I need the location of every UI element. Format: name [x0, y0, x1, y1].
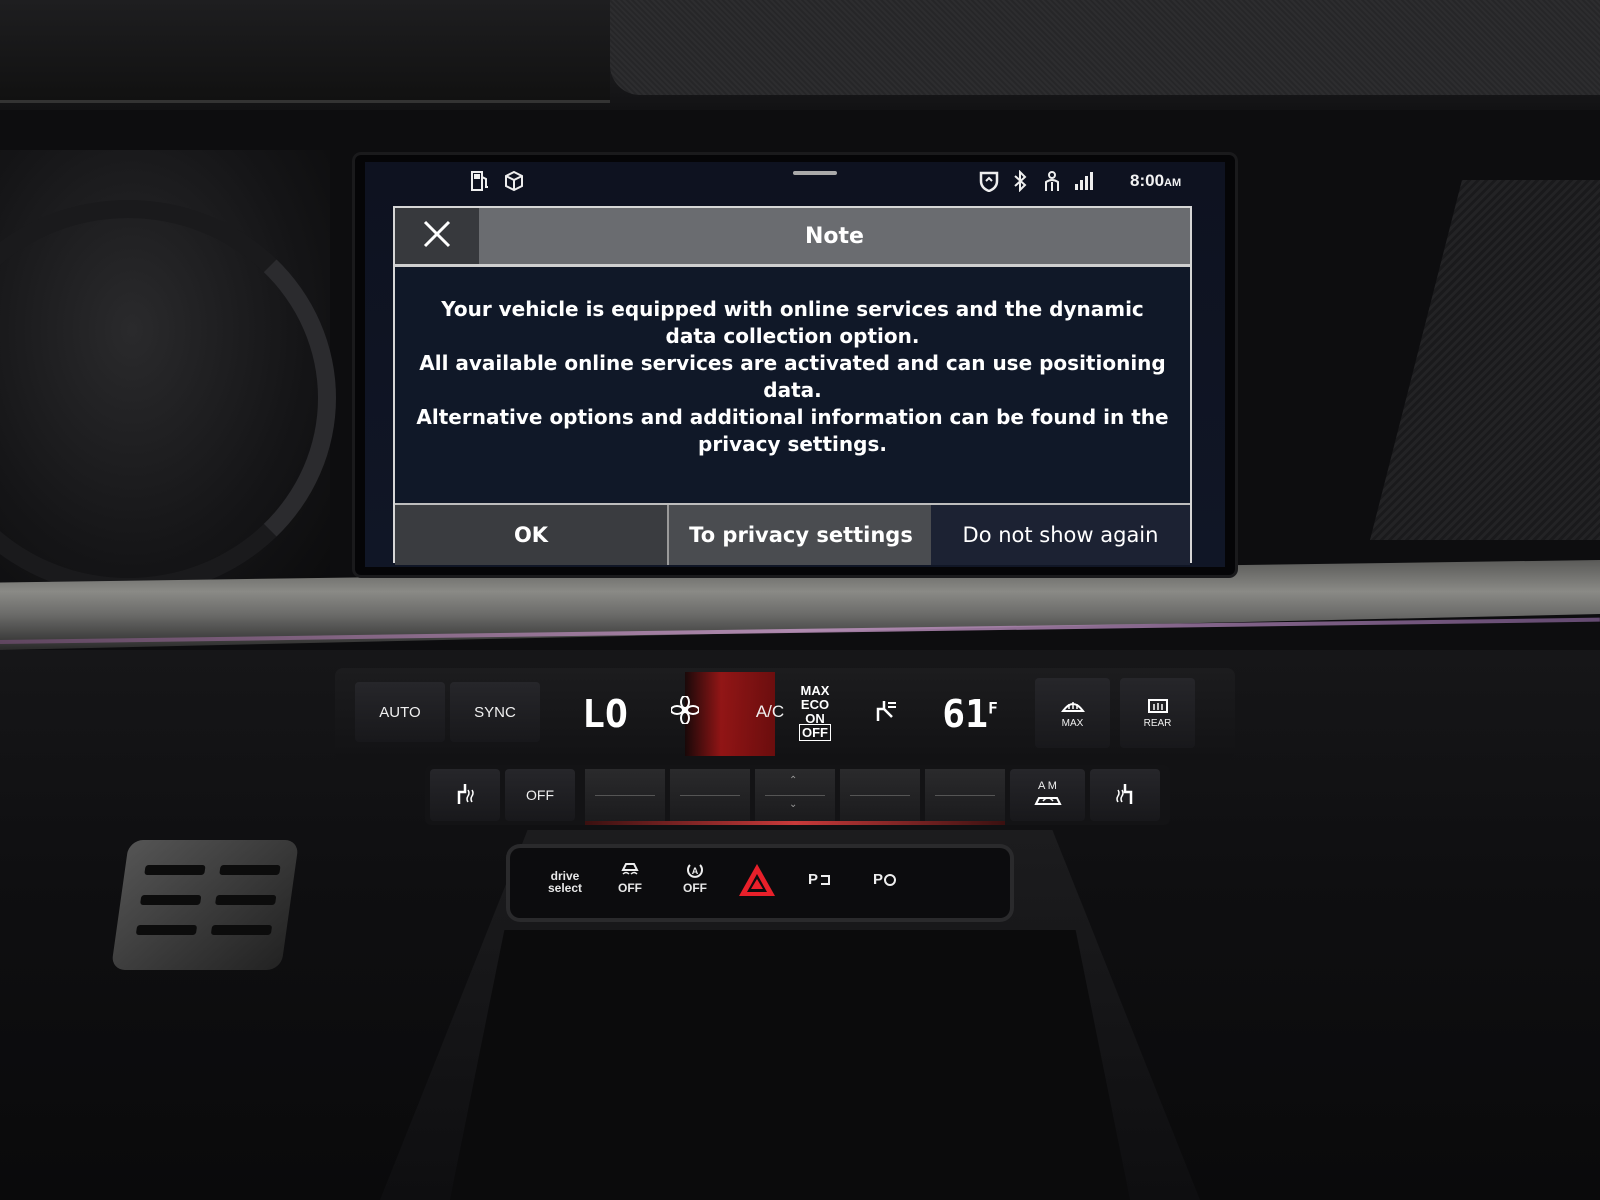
right-air-vent: [1370, 180, 1600, 540]
drive-select-button[interactable]: drive select: [540, 870, 590, 894]
note-dialog: Note Your vehicle is equipped with onlin…: [393, 206, 1192, 565]
windshield-defrost-icon: [1060, 697, 1085, 718]
seat-heat-icon: [453, 780, 477, 811]
air-distribution-button[interactable]: [855, 682, 915, 742]
fan-button[interactable]: [655, 682, 715, 742]
person-icon: [1041, 170, 1063, 195]
fan-slider-center[interactable]: ⌃ ⌄: [755, 769, 835, 821]
temp-right-number: 61: [942, 692, 989, 736]
eco-button[interactable]: MAX ECO ON OFF: [790, 672, 840, 752]
dialog-message: Your vehicle is equipped with online ser…: [415, 296, 1170, 458]
temp-left-display[interactable]: LO: [560, 674, 650, 754]
start-stop-off-label: OFF: [683, 881, 707, 895]
fan-icon: [670, 694, 700, 729]
parking-sensor-button[interactable]: P: [865, 868, 905, 890]
message-line: Alternative options and additional infor…: [416, 405, 1169, 456]
fan-slider-segment[interactable]: [670, 769, 750, 821]
ok-button[interactable]: OK: [395, 505, 667, 565]
auto-button[interactable]: AUTO: [355, 682, 445, 742]
clock: 8:00AM: [1130, 171, 1181, 191]
seat-heat-right-button[interactable]: [1090, 769, 1160, 821]
footrest-pedal: [110, 840, 300, 970]
temp-right-value: 61F: [942, 692, 997, 736]
dialog-actions: OK To privacy settings Do not show again: [395, 503, 1190, 565]
status-bar-handle[interactable]: [793, 171, 837, 175]
rear-defrost-button[interactable]: REAR: [1120, 678, 1195, 748]
park-assist-icon: P: [807, 871, 833, 891]
drive-controls-strip: drive select OFF A OFF P P: [510, 848, 1010, 918]
temp-unit: F: [988, 698, 998, 718]
recirculation-button[interactable]: A M: [1010, 769, 1085, 821]
parking-sensor-icon: P: [872, 871, 898, 891]
cube-icon: [503, 170, 525, 195]
fan-slider-segment[interactable]: [585, 769, 665, 821]
rear-label: REAR: [1143, 718, 1172, 729]
climate-panel: AUTO SYNC LO A/C MAX ECO ON OFF 61F MAX: [335, 668, 1235, 760]
sync-button[interactable]: SYNC: [450, 682, 540, 742]
eco-off-label: OFF: [799, 724, 831, 741]
fuel-pump-icon: [470, 170, 490, 195]
slider-glow: [585, 821, 1005, 825]
climate-lower-row: OFF ⌃ ⌄ A M: [425, 765, 1170, 825]
esc-off-label: OFF: [618, 881, 642, 895]
park-assist-button[interactable]: P: [800, 868, 840, 890]
storage-tray: [450, 930, 1130, 1200]
do-not-show-again-button[interactable]: Do not show again: [931, 505, 1190, 565]
upper-air-vent: [0, 0, 610, 103]
svg-text:A: A: [692, 866, 699, 876]
navigation-shield-icon: [977, 170, 1001, 195]
ac-button[interactable]: A/C: [745, 682, 795, 742]
max-label: MAX: [1061, 718, 1084, 729]
car-recirculation-icon: [1033, 792, 1063, 811]
clock-time: 8:00: [1130, 171, 1165, 190]
close-button[interactable]: [395, 208, 479, 264]
eco-labels: MAX ECO ON OFF: [799, 683, 831, 741]
dashboard-texture: [610, 0, 1600, 95]
am-label: A M: [1038, 779, 1057, 792]
chevron-up-icon: ⌃: [789, 775, 798, 786]
eco-line: ECO: [800, 697, 830, 712]
infotainment-screen: 8:00AM Note Your vehicle is equipped wit…: [365, 162, 1225, 567]
seat-airflow-icon: [870, 695, 900, 730]
eco-line: MAX: [800, 683, 830, 698]
privacy-settings-button[interactable]: To privacy settings: [667, 505, 933, 565]
dialog-title: Note: [805, 223, 864, 249]
bluetooth-icon: [1012, 169, 1028, 195]
climate-off-button[interactable]: OFF: [505, 769, 575, 821]
seat-heat-left-button[interactable]: [430, 769, 500, 821]
fan-slider-segment[interactable]: [840, 769, 920, 821]
status-bar: 8:00AM: [365, 162, 1225, 200]
svg-text:P: P: [808, 871, 818, 888]
signal-icon: [1073, 170, 1097, 195]
hazard-triangle-icon: [737, 864, 777, 901]
chevron-down-icon: ⌄: [789, 799, 798, 810]
max-defrost-button[interactable]: MAX: [1035, 678, 1110, 748]
message-line: Your vehicle is equipped with online ser…: [441, 297, 1144, 348]
esc-off-button[interactable]: OFF: [610, 860, 650, 894]
clock-suffix: AM: [1164, 177, 1182, 189]
temp-right-display[interactable]: 61F: [925, 674, 1015, 754]
close-icon: [422, 219, 452, 253]
rear-defrost-icon: [1146, 697, 1170, 718]
dialog-header: Note: [395, 208, 1190, 267]
hazard-button[interactable]: [735, 862, 779, 900]
seat-heat-icon: [1113, 780, 1137, 811]
message-line: All available online services are activa…: [419, 351, 1166, 402]
svg-text:P: P: [873, 871, 883, 888]
temp-left-value: LO: [582, 692, 628, 736]
start-stop-off-button[interactable]: A OFF: [675, 860, 715, 894]
fan-slider-segment[interactable]: [925, 769, 1005, 821]
